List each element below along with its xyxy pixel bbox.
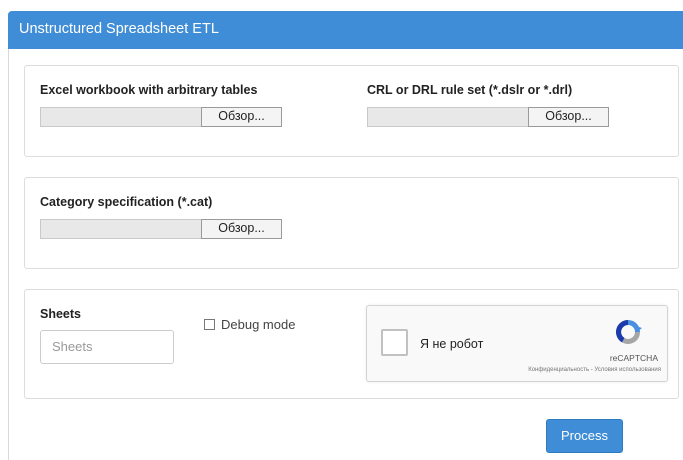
recaptcha-label: Я не робот: [420, 337, 484, 351]
recaptcha-widget: Я не робот reCAPTCHA Конфиденциальность …: [366, 305, 668, 382]
workbook-file-input[interactable]: Обзор...: [40, 107, 282, 127]
debug-mode-label: Debug mode: [221, 317, 296, 332]
recaptcha-links[interactable]: Конфиденциальность - Условия использован…: [528, 367, 661, 373]
category-browse-button[interactable]: Обзор...: [201, 219, 282, 239]
debug-mode-checkbox[interactable]: [204, 319, 215, 330]
workbook-browse-button[interactable]: Обзор...: [201, 107, 282, 127]
recaptcha-logo-icon: [615, 320, 642, 345]
category-file-input[interactable]: Обзор...: [40, 219, 282, 239]
app-header: Unstructured Spreadsheet ETL: [8, 11, 683, 49]
ruleset-file-input[interactable]: Обзор...: [367, 107, 609, 127]
category-label: Category specification (*.cat): [40, 195, 213, 209]
ruleset-browse-button[interactable]: Обзор...: [528, 107, 609, 127]
app-title: Unstructured Spreadsheet ETL: [19, 21, 219, 37]
workbook-label: Excel workbook with arbitrary tables: [40, 83, 258, 97]
debug-mode-toggle[interactable]: Debug mode: [204, 317, 295, 332]
recaptcha-brand: reCAPTCHA: [609, 353, 658, 363]
sheets-input[interactable]: Sheets: [40, 330, 174, 364]
ruleset-label: CRL or DRL rule set (*.dslr or *.drl): [367, 83, 573, 97]
process-button[interactable]: Process: [546, 419, 623, 453]
recaptcha-checkbox[interactable]: [381, 329, 408, 356]
sheets-label: Sheets: [40, 307, 81, 321]
